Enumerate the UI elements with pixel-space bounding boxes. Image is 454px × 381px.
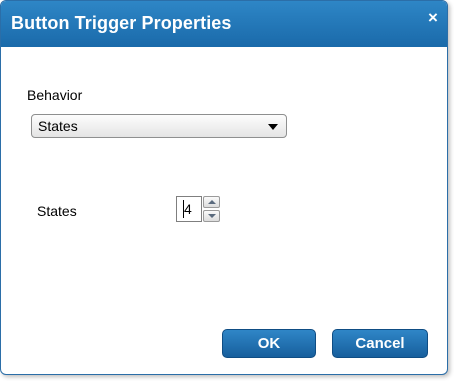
stepper-buttons xyxy=(203,196,220,222)
spin-down-button[interactable] xyxy=(203,210,220,222)
spin-up-icon xyxy=(208,200,216,204)
states-stepper[interactable]: 4 xyxy=(176,196,220,222)
dialog-title: Button Trigger Properties xyxy=(11,13,232,33)
chevron-down-icon xyxy=(268,124,278,130)
states-label: States xyxy=(37,203,77,219)
behavior-label: Behavior xyxy=(27,87,83,103)
text-caret xyxy=(183,200,184,218)
close-icon[interactable]: × xyxy=(425,9,441,26)
behavior-select[interactable]: States xyxy=(31,114,287,138)
spin-down-icon xyxy=(208,214,216,218)
button-trigger-properties-dialog: Button Trigger Properties × Behavior Sta… xyxy=(0,0,448,375)
states-input[interactable]: 4 xyxy=(176,196,202,222)
cancel-button[interactable]: Cancel xyxy=(332,329,428,358)
behavior-selected-value: States xyxy=(38,118,78,134)
ok-button[interactable]: OK xyxy=(222,329,316,358)
spin-up-button[interactable] xyxy=(203,196,220,208)
title-bar[interactable]: Button Trigger Properties × xyxy=(1,1,447,47)
states-value: 4 xyxy=(184,201,192,217)
